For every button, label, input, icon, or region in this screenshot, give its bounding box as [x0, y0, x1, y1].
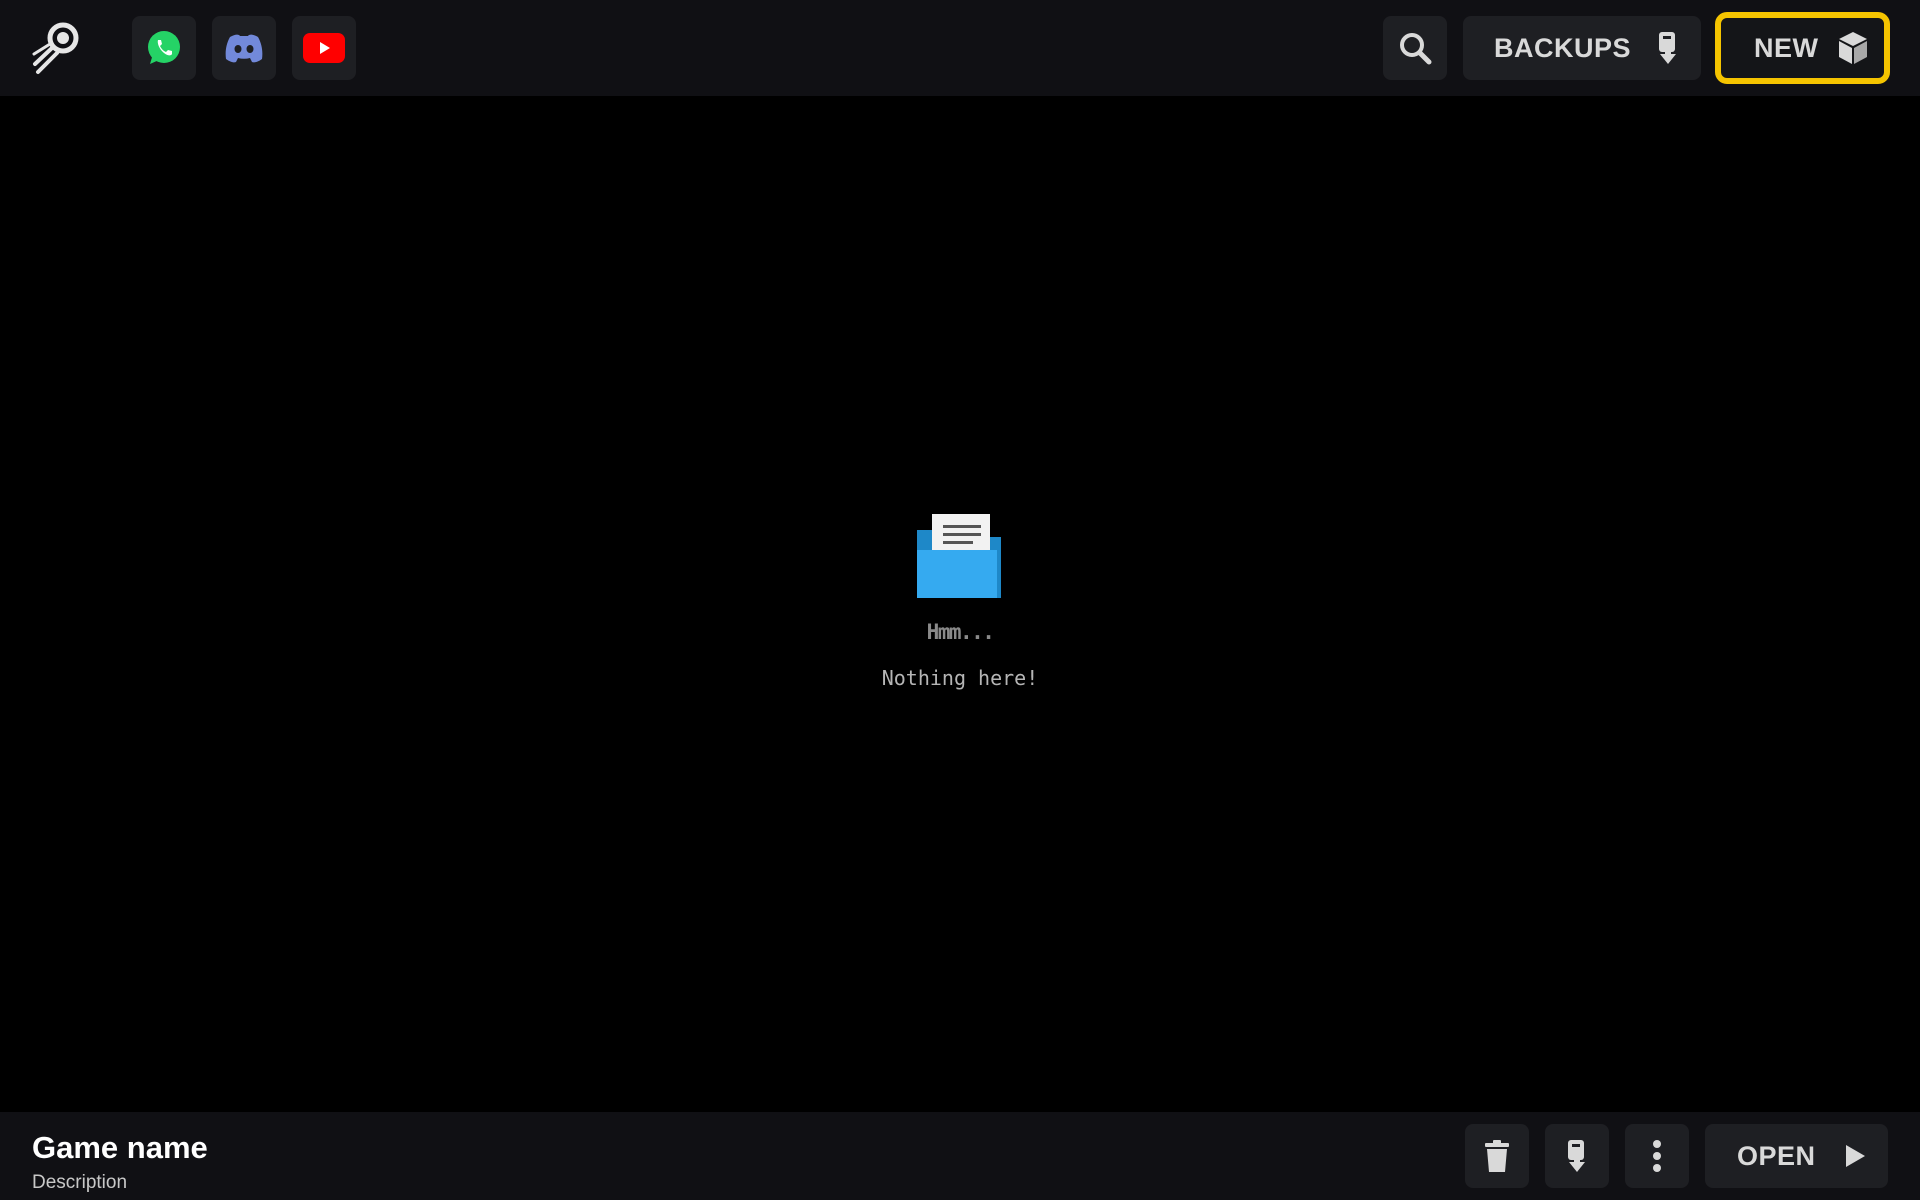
backup-button[interactable] — [1545, 1124, 1609, 1188]
youtube-icon — [303, 33, 345, 63]
bottom-bar: Game name Description OPEN — [0, 1112, 1920, 1200]
backups-label: BACKUPS — [1494, 32, 1632, 63]
delete-button[interactable] — [1465, 1124, 1529, 1188]
cube-icon — [1839, 32, 1867, 64]
top-bar: BACKUPS NEW — [0, 0, 1920, 96]
download-icon — [1568, 1140, 1585, 1172]
empty-title: Hmm... — [926, 620, 995, 644]
game-name: Game name — [32, 1130, 208, 1165]
empty-message: Nothing here! — [881, 666, 1039, 690]
discord-icon — [225, 34, 263, 63]
backups-button[interactable]: BACKUPS — [1463, 16, 1701, 80]
youtube-button[interactable] — [292, 16, 356, 80]
search-icon — [1400, 33, 1432, 65]
search-button[interactable] — [1383, 16, 1447, 80]
more-options-button[interactable] — [1625, 1124, 1689, 1188]
open-folder-icon — [917, 514, 1001, 598]
whatsapp-icon — [148, 31, 180, 64]
more-vertical-icon — [1653, 1140, 1661, 1172]
download-icon — [1659, 32, 1676, 64]
empty-state: Hmm... Nothing here! — [880, 510, 1040, 690]
play-icon — [1846, 1145, 1865, 1167]
whatsapp-button[interactable] — [132, 16, 196, 80]
trash-icon — [1485, 1140, 1509, 1172]
game-description: Description — [32, 1172, 128, 1193]
new-button[interactable]: NEW — [1715, 12, 1890, 84]
comet-logo-icon[interactable] — [30, 18, 86, 78]
open-button[interactable]: OPEN — [1705, 1124, 1888, 1188]
discord-button[interactable] — [212, 16, 276, 80]
new-label: NEW — [1754, 32, 1819, 63]
open-label: OPEN — [1737, 1140, 1816, 1171]
